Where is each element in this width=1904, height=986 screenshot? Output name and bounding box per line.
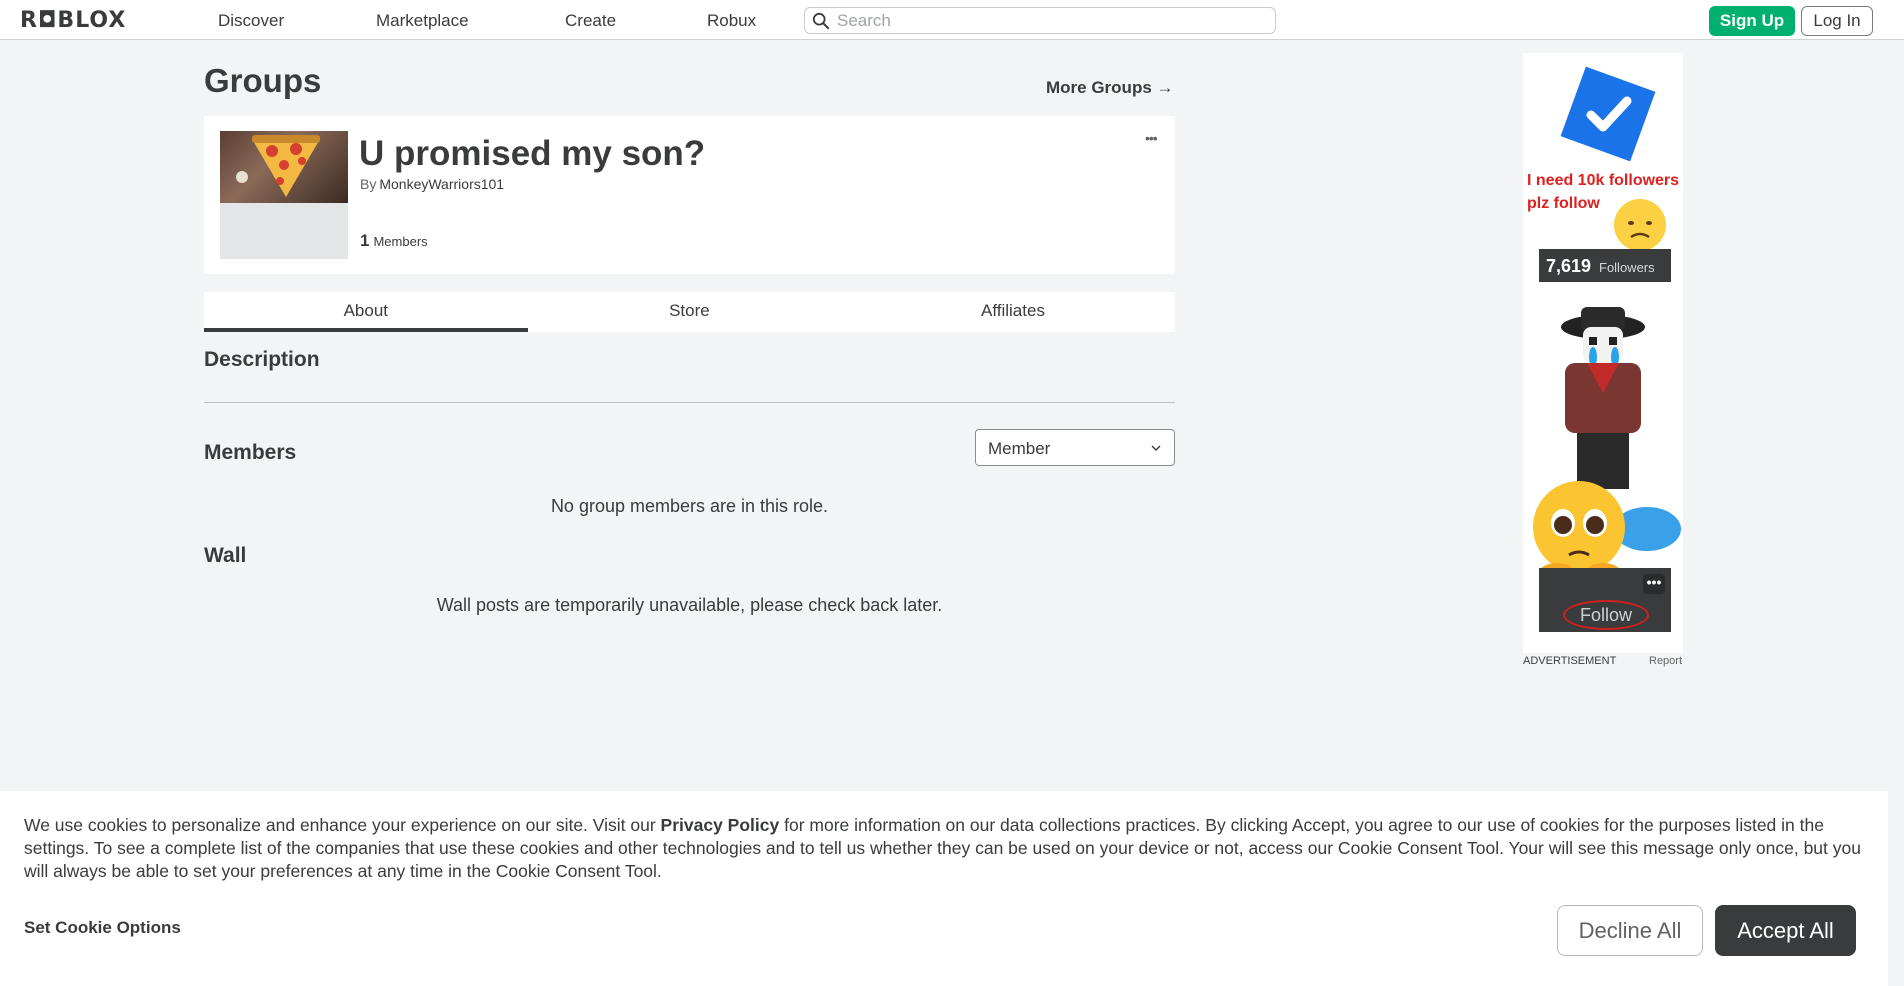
accept-all-button[interactable]: Accept All [1715,905,1856,956]
group-owner-line: By MonkeyWarriors101 [360,176,504,192]
role-dropdown[interactable]: Member [975,429,1175,466]
ad-headline-line1: I need 10k followers [1527,172,1680,189]
search-input[interactable] [837,11,1257,30]
group-owner-link[interactable]: MonkeyWarriors101 [379,176,504,192]
search-box[interactable] [804,7,1276,34]
nav-create[interactable]: Create [565,11,616,31]
cookie-consent-banner: We use cookies to personalize and enhanc… [0,791,1888,986]
cookie-consent-text: We use cookies to personalize and enhanc… [24,814,1874,883]
more-options-icon[interactable]: ••• [1145,130,1158,146]
tab-store[interactable]: Store [528,292,852,332]
section-divider [204,402,1175,403]
nav-robux[interactable]: Robux [707,11,756,31]
cow-avatar-image [1561,307,1645,489]
top-navigation-bar: R◘BLOX Discover Marketplace Create Robux… [0,0,1904,40]
group-emblem [220,131,348,259]
log-in-button[interactable]: Log In [1801,6,1873,36]
report-ad-link[interactable]: Report [1649,655,1682,667]
no-members-message: No group members are in this role. [550,496,829,516]
wall-unavailable-message: Wall posts are temporarily unavailable, … [436,595,943,615]
search-icon [812,12,830,30]
group-emblem-image [220,131,348,203]
follow-button[interactable]: Follow [1563,600,1649,630]
members-heading: Members [204,441,297,464]
decline-all-button[interactable]: Decline All [1557,905,1703,956]
by-prefix: By [360,176,377,192]
advertisement-label: ADVERTISEMENT [1523,655,1617,667]
more-groups-link[interactable]: More Groups → [1046,78,1174,98]
follow-panel: ••• Follow [1539,568,1671,632]
set-cookie-options-link[interactable]: Set Cookie Options [24,918,181,938]
privacy-policy-link[interactable]: Privacy Policy [661,815,780,835]
nav-marketplace[interactable]: Marketplace [376,11,469,31]
description-heading: Description [204,348,320,371]
cookie-text-before: We use cookies to personalize and enhanc… [24,815,661,835]
tab-about[interactable]: About [204,292,528,332]
followers-label: Followers [1599,260,1655,275]
member-count-number: 1 [360,231,370,250]
sign-up-button[interactable]: Sign Up [1709,6,1795,36]
worried-emoji-icon [1614,199,1666,251]
member-count-label: Members [373,234,428,249]
group-tabs: About Store Affiliates [204,292,1175,332]
advertisement-banner[interactable]: I need 10k followers plz follow 7,619 Fo… [1523,53,1683,653]
pizza-icon [236,135,320,197]
roblox-logo[interactable]: R◘BLOX [20,8,126,33]
group-member-count: 1 Members [360,231,428,251]
followers-count: 7,619 [1546,256,1592,276]
followers-badge: 7,619 Followers [1539,249,1671,282]
wall-heading: Wall [204,544,247,567]
more-options-icon[interactable]: ••• [1643,574,1665,594]
nav-discover[interactable]: Discover [218,11,284,31]
group-header-card: U promised my son? By MonkeyWarriors101 1… [204,116,1175,274]
role-dropdown-value: Member [988,439,1051,458]
verified-checkmark-icon [1560,66,1656,162]
group-name: U promised my son? [359,134,706,173]
chevron-down-icon [1151,445,1161,451]
tab-affiliates[interactable]: Affiliates [851,292,1175,332]
page-title: Groups [204,62,322,99]
